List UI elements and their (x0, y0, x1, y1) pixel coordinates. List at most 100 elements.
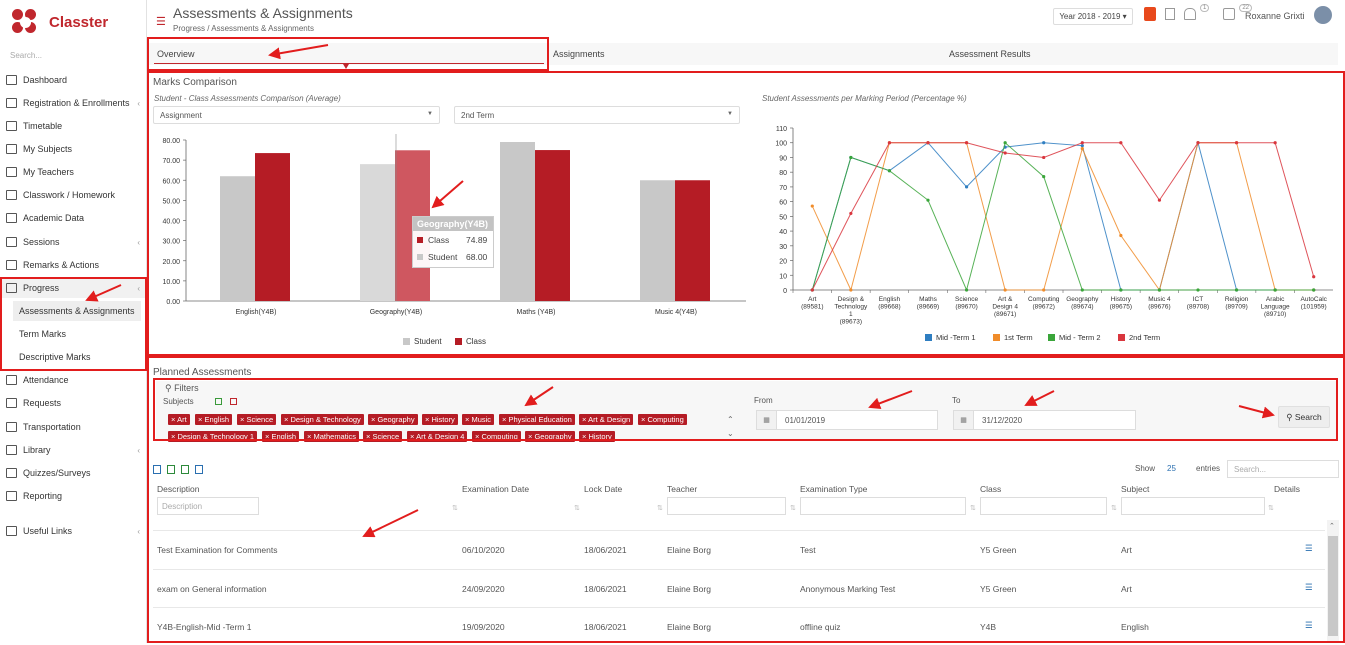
sidebar-item-academic-data[interactable]: Academic Data (0, 208, 146, 228)
classter-logo[interactable]: Classter (12, 9, 108, 36)
table-row[interactable]: Y4B-English-Mid -Term 1 19/09/2020 18/06/2… (153, 607, 1325, 645)
sort-icon[interactable]: ⇅ (657, 504, 663, 512)
subject-chip[interactable]: × Geography (368, 414, 418, 425)
subject-chip[interactable]: × Geography (525, 431, 575, 442)
sort-icon[interactable]: ⇅ (970, 504, 976, 512)
sidebar-item-transportation[interactable]: Transportation (0, 417, 146, 437)
print-icon[interactable] (153, 465, 161, 474)
sidebar-item-library[interactable]: Library ‹ (0, 440, 146, 460)
sidebar-item-my-subjects[interactable]: My Subjects (0, 139, 146, 159)
year-selector[interactable]: Year 2018 - 2019 ▾ (1053, 8, 1133, 25)
subject-chip[interactable]: × Design & Technology (281, 414, 364, 425)
column-header-class[interactable]: Class (980, 484, 1001, 494)
details-icon[interactable]: ☰ (1305, 620, 1313, 631)
sidebar-item-sessions[interactable]: Sessions ‹ (0, 232, 146, 252)
column-header-examination-type[interactable]: Examination Type (800, 484, 867, 494)
subject-chip[interactable]: × Computing (638, 414, 687, 425)
column-header-subject[interactable]: Subject (1121, 484, 1149, 494)
subject-chip[interactable]: × Science (363, 431, 403, 442)
bell-icon[interactable] (1184, 8, 1196, 20)
sidebar-item-my-teachers[interactable]: My Teachers (0, 162, 146, 182)
sidebar-subitem-term-marks[interactable]: Term Marks (13, 324, 141, 344)
column-header-teacher[interactable]: Teacher (667, 484, 697, 494)
mail-icon[interactable] (1223, 8, 1236, 20)
uncheck-all-icon[interactable] (230, 398, 237, 405)
filters-header[interactable]: ⚲ Filters (165, 383, 199, 394)
subject-chip[interactable]: × Computing (472, 431, 521, 442)
sidebar-item-useful-links[interactable]: Useful Links ‹ (0, 521, 146, 541)
tooltip-title: Geography(Y4B) (413, 217, 493, 231)
sidebar-item-registration-enrollments[interactable]: Registration & Enrollments ‹ (0, 93, 146, 113)
column-header-lock-date[interactable]: Lock Date (584, 484, 622, 494)
subject-chip[interactable]: × Design & Technology 1 (168, 431, 258, 442)
subject-chip[interactable]: × Science (237, 414, 277, 425)
sidebar-item-reporting[interactable]: Reporting (0, 486, 146, 506)
chips-scroll-up-icon[interactable]: ⌃ (727, 415, 734, 424)
sidebar-subitem-descriptive-marks[interactable]: Descriptive Marks (13, 347, 141, 367)
sort-icon[interactable]: ⇅ (790, 504, 796, 512)
subject-chip[interactable]: × Art & Design (579, 414, 634, 425)
flag-icon[interactable] (1165, 8, 1175, 20)
sidebar-search-input[interactable]: Search... (10, 51, 138, 60)
sidebar-item-timetable[interactable]: Timetable (0, 116, 146, 136)
details-icon[interactable]: ☰ (1305, 582, 1313, 593)
table-search-input[interactable]: Search... (1227, 460, 1339, 478)
to-date-input[interactable]: ▦ 31/12/2020 (953, 410, 1136, 430)
description-filter-input[interactable]: Description (157, 497, 259, 515)
x-tick-label: (101959) (1301, 304, 1327, 311)
sort-icon[interactable]: ⇅ (574, 504, 580, 512)
details-icon[interactable]: ☰ (1305, 543, 1313, 554)
avatar[interactable] (1314, 6, 1332, 24)
sidebar-item-progress[interactable]: Progress ‹ (0, 278, 146, 298)
sidebar-item-requests[interactable]: Requests (0, 393, 146, 413)
sidebar-item-dashboard[interactable]: Dashboard (0, 70, 146, 90)
examination-type-filter-input[interactable] (800, 497, 966, 515)
sidebar-item-quizzes-surveys[interactable]: Quizzes/Surveys (0, 463, 146, 483)
assessment-type-select[interactable]: Assignment ▼ (153, 106, 440, 124)
csv-icon[interactable] (181, 465, 189, 474)
user-name[interactable]: Roxanne Grixti (1245, 11, 1305, 21)
teacher-filter-input[interactable] (667, 497, 786, 515)
data-point (926, 198, 930, 202)
breadcrumb[interactable]: Progress / Assessments & Assignments (173, 24, 314, 33)
subject-chip[interactable]: × History (579, 431, 615, 442)
subject-chip[interactable]: × Music (462, 414, 495, 425)
sidebar-item-attendance[interactable]: Attendance (0, 370, 146, 390)
subject-chip[interactable]: × Art (168, 414, 190, 425)
sort-icon[interactable]: ⇅ (452, 504, 458, 512)
subject-chip[interactable]: × Mathematics (304, 431, 359, 442)
sidebar-subitem-assessments-assignments[interactable]: Assessments & Assignments (13, 301, 141, 321)
table-row[interactable]: Test Examination for Comments 06/10/2020 1… (153, 530, 1325, 568)
subject-chip[interactable]: × English (195, 414, 233, 425)
sidebar-item-classwork-homework[interactable]: Classwork / Homework (0, 185, 146, 205)
column-header-description[interactable]: Description (157, 484, 200, 494)
column-header-examination-date[interactable]: Examination Date (462, 484, 529, 494)
term-select[interactable]: 2nd Term ▼ (454, 106, 740, 124)
excel-icon[interactable] (167, 465, 175, 474)
office-icon[interactable] (1144, 7, 1156, 21)
chips-scroll-down-icon[interactable]: ⌄ (727, 429, 734, 438)
page-size-select[interactable]: 25 (1167, 464, 1176, 473)
class-filter-input[interactable] (980, 497, 1107, 515)
x-tick-label: 1 (849, 311, 853, 318)
table-cell: 18/06/2021 (584, 584, 627, 594)
tab-assignments[interactable]: Assignments (553, 43, 605, 65)
from-date-input[interactable]: ▦ 01/01/2019 (756, 410, 938, 430)
table-row[interactable]: exam on General information 24/09/2020 18/… (153, 569, 1325, 607)
tab-assessment-results[interactable]: Assessment Results (949, 43, 1031, 65)
subject-chip[interactable]: × Physical Education (499, 414, 575, 425)
menu-toggle-icon[interactable]: ☰ (156, 15, 166, 28)
subject-chip[interactable]: × English (262, 431, 300, 442)
table-scrollbar[interactable]: ⌃ (1327, 520, 1339, 643)
check-all-icon[interactable] (215, 398, 222, 405)
sort-icon[interactable]: ⇅ (1268, 504, 1274, 512)
tab-overview[interactable]: Overview (157, 43, 195, 65)
search-button[interactable]: ⚲ Search (1278, 406, 1330, 428)
subject-chip[interactable]: × History (422, 414, 458, 425)
subject-filter-input[interactable] (1121, 497, 1265, 515)
copy-icon[interactable] (195, 465, 203, 474)
sidebar-item-remarks-actions[interactable]: Remarks & Actions (0, 255, 146, 275)
column-header-details[interactable]: Details (1274, 484, 1300, 494)
subject-chip[interactable]: × Art & Design 4 (407, 431, 468, 442)
sort-icon[interactable]: ⇅ (1111, 504, 1117, 512)
